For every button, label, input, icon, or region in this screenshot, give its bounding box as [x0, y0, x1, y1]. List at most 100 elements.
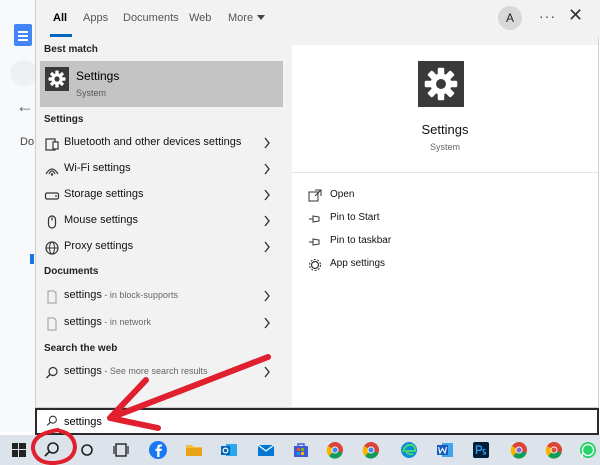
docs-app-icon: [14, 24, 32, 46]
document-icon: [44, 316, 60, 332]
tab-all[interactable]: All: [53, 12, 67, 24]
result-label: Proxy settings: [64, 240, 134, 252]
whatsapp-icon[interactable]: [577, 440, 599, 460]
chevron-right-icon[interactable]: [263, 188, 271, 202]
action-label: App settings: [330, 258, 386, 269]
preview-title: Settings: [421, 122, 469, 137]
result-storage-settings[interactable]: Storage settings: [40, 184, 283, 208]
mail-icon[interactable]: [255, 440, 277, 460]
chrome-icon[interactable]: [508, 440, 530, 460]
chrome-icon[interactable]: [543, 440, 565, 460]
settings-heading: Settings: [44, 114, 84, 125]
edge-icon[interactable]: [398, 440, 420, 460]
task-view-icon[interactable]: [110, 440, 132, 460]
tab-apps[interactable]: Apps: [83, 12, 108, 24]
file-explorer-icon[interactable]: [183, 440, 205, 460]
result-document-block-supports[interactable]: settings - in block-supports: [40, 285, 283, 309]
result-label: Storage settings: [64, 188, 144, 200]
gear-icon: [309, 259, 321, 271]
best-match-subtitle: System: [76, 88, 107, 98]
close-button[interactable]: ✕: [568, 5, 583, 26]
search-icon: [46, 415, 57, 426]
gear-icon: [45, 67, 69, 91]
best-match-heading: Best match: [44, 44, 98, 55]
search-input[interactable]: [64, 414, 364, 430]
background-search-pill: [10, 60, 38, 86]
results-list: Best match Settings System Settings Blue…: [36, 38, 288, 408]
preview-pane: Settings System Open Pin to Start Pin to…: [292, 45, 598, 407]
result-web-search[interactable]: settings - See more search results: [40, 361, 283, 385]
globe-icon: [44, 240, 60, 256]
store-icon[interactable]: [290, 440, 312, 460]
result-label: settings - in network: [64, 316, 151, 328]
documents-heading: Documents: [44, 266, 99, 277]
document-name: settings: [64, 289, 102, 301]
more-options-button[interactable]: ···: [539, 8, 556, 24]
back-arrow-icon: ←: [16, 96, 34, 116]
cortana-icon[interactable]: [76, 440, 98, 460]
result-bluetooth-settings[interactable]: Bluetooth and other devices settings: [40, 132, 283, 156]
preview-divider: [292, 172, 598, 173]
search-panel: All Apps Documents Web More A ··· ✕ Best…: [35, 0, 600, 408]
pin-icon: [309, 238, 320, 246]
tab-documents[interactable]: Documents: [123, 12, 179, 24]
document-location: - in network: [101, 317, 151, 327]
chevron-right-icon[interactable]: [263, 162, 271, 176]
action-pin-to-taskbar[interactable]: Pin to taskbar: [308, 233, 508, 251]
chrome-icon[interactable]: [360, 440, 382, 460]
tab-more[interactable]: More: [228, 12, 266, 24]
wifi-icon: [44, 162, 60, 178]
action-app-settings[interactable]: App settings: [308, 256, 508, 274]
background-text: Do: [20, 136, 35, 148]
account-avatar[interactable]: A: [498, 6, 522, 30]
result-proxy-settings[interactable]: Proxy settings: [40, 236, 283, 260]
result-label: Mouse settings: [64, 214, 138, 226]
preview-subtitle: System: [429, 142, 460, 152]
result-document-network[interactable]: settings - in network: [40, 312, 283, 336]
word-icon[interactable]: [434, 440, 456, 460]
tab-web[interactable]: Web: [189, 12, 211, 24]
action-label: Open: [330, 189, 355, 200]
action-open[interactable]: Open: [308, 187, 508, 205]
search-icon: [44, 365, 60, 381]
chevron-right-icon[interactable]: [263, 240, 271, 254]
chevron-right-icon[interactable]: [263, 136, 271, 150]
pin-icon: [309, 215, 320, 223]
document-name: settings: [64, 316, 102, 328]
action-label: Pin to Start: [330, 212, 380, 223]
result-label: Bluetooth and other devices settings: [64, 136, 242, 148]
chrome-icon[interactable]: [324, 440, 346, 460]
result-mouse-settings[interactable]: Mouse settings: [40, 210, 283, 234]
chevron-right-icon[interactable]: [263, 289, 271, 303]
result-label: Wi-Fi settings: [64, 162, 131, 174]
best-match-title: Settings: [76, 69, 120, 83]
search-icon[interactable]: [41, 440, 63, 460]
active-tab-indicator: [50, 34, 72, 37]
chevron-right-icon[interactable]: [263, 365, 271, 379]
open-icon: [308, 189, 322, 202]
result-label: settings - in block-supports: [64, 289, 178, 301]
chevron-down-icon: [257, 15, 266, 20]
action-pin-to-start[interactable]: Pin to Start: [308, 210, 508, 228]
gear-icon: [418, 61, 464, 107]
result-wifi-settings[interactable]: Wi-Fi settings: [40, 158, 283, 182]
document-location: - in block-supports: [101, 290, 178, 300]
bluetooth-device-icon: [44, 136, 60, 152]
search-box[interactable]: [35, 408, 599, 435]
tab-more-label: More: [228, 12, 254, 24]
search-tabs: All Apps Documents Web More A ··· ✕: [36, 0, 600, 38]
best-match-item[interactable]: Settings System: [40, 61, 283, 107]
background-accent-mark: [30, 254, 34, 264]
facebook-icon[interactable]: [147, 440, 169, 460]
chevron-right-icon[interactable]: [263, 214, 271, 228]
chevron-right-icon[interactable]: [263, 316, 271, 330]
document-icon: [44, 289, 60, 305]
outlook-icon[interactable]: [218, 440, 240, 460]
background-app-window: ← Do: [0, 0, 38, 432]
photoshop-icon[interactable]: [470, 440, 492, 460]
result-label: settings - See more search results: [64, 365, 207, 377]
web-hint: - See more search results: [101, 366, 208, 376]
windows-start-icon[interactable]: [8, 440, 30, 460]
storage-icon: [44, 188, 60, 204]
action-label: Pin to taskbar: [330, 235, 392, 246]
